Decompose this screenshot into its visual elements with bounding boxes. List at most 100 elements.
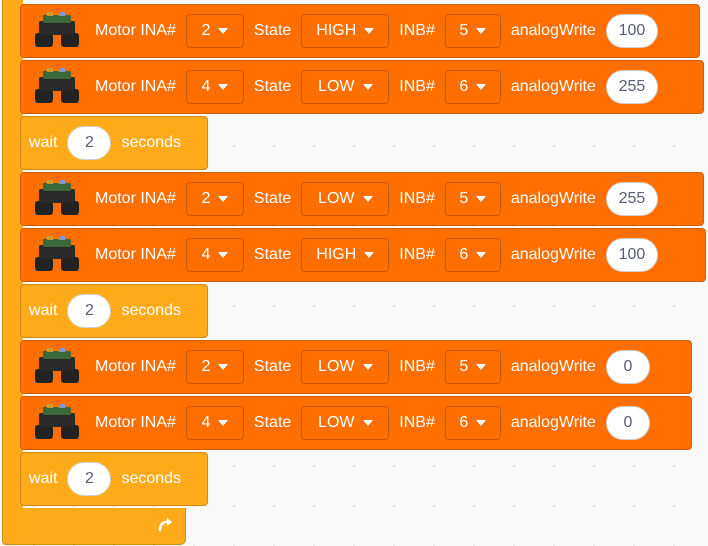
caret-down-icon [218, 28, 229, 34]
caret-down-icon [476, 84, 487, 90]
inb-label: INB# [399, 246, 435, 263]
caret-down-icon [362, 84, 373, 90]
analogwrite-label: analogWrite [510, 78, 596, 95]
robot-car-icon [35, 68, 79, 103]
state-dropdown[interactable]: HIGH [301, 238, 390, 272]
state-dropdown[interactable]: HIGH [301, 14, 390, 48]
ina-label: Motor INA# [95, 190, 176, 207]
motor-block[interactable]: Motor INA# 2 State LOW INB# 5 analogWrit… [20, 172, 704, 226]
ina-value: 4 [201, 414, 211, 431]
state-label: State [253, 358, 292, 375]
ina-dropdown[interactable]: 2 [185, 182, 244, 216]
inb-dropdown[interactable]: 5 [444, 182, 501, 216]
inb-dropdown[interactable]: 5 [444, 350, 501, 384]
caret-down-icon [218, 420, 229, 426]
inb-value: 5 [459, 22, 469, 39]
wait-label: wait [29, 470, 58, 487]
caret-down-icon [218, 196, 229, 202]
state-label: State [253, 78, 292, 95]
inb-value: 5 [459, 358, 469, 375]
wait-seconds-input[interactable]: 2 [67, 294, 112, 328]
analogwrite-input[interactable]: 255 [605, 182, 658, 216]
inb-label: INB# [399, 22, 435, 39]
ina-label: Motor INA# [95, 78, 176, 95]
robot-car-icon [35, 12, 79, 47]
ina-dropdown[interactable]: 4 [185, 238, 244, 272]
state-value: HIGH [316, 246, 357, 263]
wait-block[interactable]: wait 2 seconds [20, 452, 208, 506]
state-dropdown[interactable]: LOW [301, 182, 390, 216]
wait-label: wait [29, 302, 58, 319]
state-label: State [253, 414, 292, 431]
ina-value: 4 [201, 246, 211, 263]
robot-car-icon [35, 236, 79, 271]
caret-down-icon [476, 364, 487, 370]
ina-value: 2 [201, 358, 211, 375]
inb-label: INB# [399, 414, 435, 431]
wait-seconds-input[interactable]: 2 [67, 126, 112, 160]
state-label: State [253, 246, 292, 263]
analogwrite-label: analogWrite [510, 22, 596, 39]
motor-block[interactable]: Motor INA# 4 State LOW INB# 6 analogWrit… [20, 60, 704, 114]
state-dropdown[interactable]: LOW [301, 350, 390, 384]
motor-block[interactable]: Motor INA# 4 State LOW INB# 6 analogWrit… [20, 396, 692, 450]
inb-dropdown[interactable]: 5 [444, 14, 501, 48]
motor-block[interactable]: Motor INA# 2 State LOW INB# 5 analogWrit… [20, 340, 692, 394]
caret-down-icon [364, 252, 375, 258]
ina-value: 4 [201, 78, 211, 95]
caret-down-icon [476, 196, 487, 202]
seconds-label: seconds [121, 302, 182, 319]
state-value: LOW [318, 414, 355, 431]
robot-car-icon [35, 348, 79, 383]
seconds-label: seconds [121, 134, 182, 151]
ina-dropdown[interactable]: 4 [185, 70, 244, 104]
inb-dropdown[interactable]: 6 [444, 70, 501, 104]
state-value: LOW [318, 190, 355, 207]
ina-dropdown[interactable]: 2 [185, 14, 244, 48]
inb-label: INB# [399, 190, 435, 207]
ina-value: 2 [201, 22, 211, 39]
state-dropdown[interactable]: LOW [301, 406, 390, 440]
seconds-label: seconds [121, 470, 182, 487]
analogwrite-input[interactable]: 0 [605, 350, 650, 384]
caret-down-icon [476, 252, 487, 258]
inb-label: INB# [399, 78, 435, 95]
inb-value: 6 [459, 414, 469, 431]
robot-car-icon [35, 404, 79, 439]
loop-block-foot[interactable] [2, 508, 186, 545]
loop-arrow-icon [158, 518, 172, 532]
caret-down-icon [362, 420, 373, 426]
analogwrite-label: analogWrite [510, 190, 596, 207]
caret-down-icon [362, 364, 373, 370]
inb-value: 6 [459, 246, 469, 263]
analogwrite-input[interactable]: 100 [605, 14, 658, 48]
motor-block[interactable]: Motor INA# 4 State HIGH INB# 6 analogWri… [20, 228, 706, 282]
wait-label: wait [29, 134, 58, 151]
wait-block[interactable]: wait 2 seconds [20, 284, 208, 338]
caret-down-icon [218, 84, 229, 90]
analogwrite-input[interactable]: 0 [605, 406, 650, 440]
ina-label: Motor INA# [95, 358, 176, 375]
wait-seconds-input[interactable]: 2 [67, 462, 112, 496]
ina-dropdown[interactable]: 2 [185, 350, 244, 384]
wait-block[interactable]: wait 2 seconds [20, 116, 208, 170]
inb-label: INB# [399, 358, 435, 375]
state-label: State [253, 190, 292, 207]
inb-dropdown[interactable]: 6 [444, 238, 501, 272]
caret-down-icon [364, 28, 375, 34]
caret-down-icon [476, 28, 487, 34]
analogwrite-input[interactable]: 100 [605, 238, 658, 272]
caret-down-icon [218, 364, 229, 370]
analogwrite-label: analogWrite [510, 358, 596, 375]
motor-block[interactable]: Motor INA# 2 State HIGH INB# 5 analogWri… [20, 4, 700, 58]
ina-value: 2 [201, 190, 211, 207]
state-value: LOW [318, 78, 355, 95]
ina-label: Motor INA# [95, 414, 176, 431]
ina-dropdown[interactable]: 4 [185, 406, 244, 440]
inb-dropdown[interactable]: 6 [444, 406, 501, 440]
analogwrite-input[interactable]: 255 [605, 70, 658, 104]
robot-car-icon [35, 180, 79, 215]
state-label: State [253, 22, 292, 39]
caret-down-icon [476, 420, 487, 426]
state-dropdown[interactable]: LOW [301, 70, 390, 104]
